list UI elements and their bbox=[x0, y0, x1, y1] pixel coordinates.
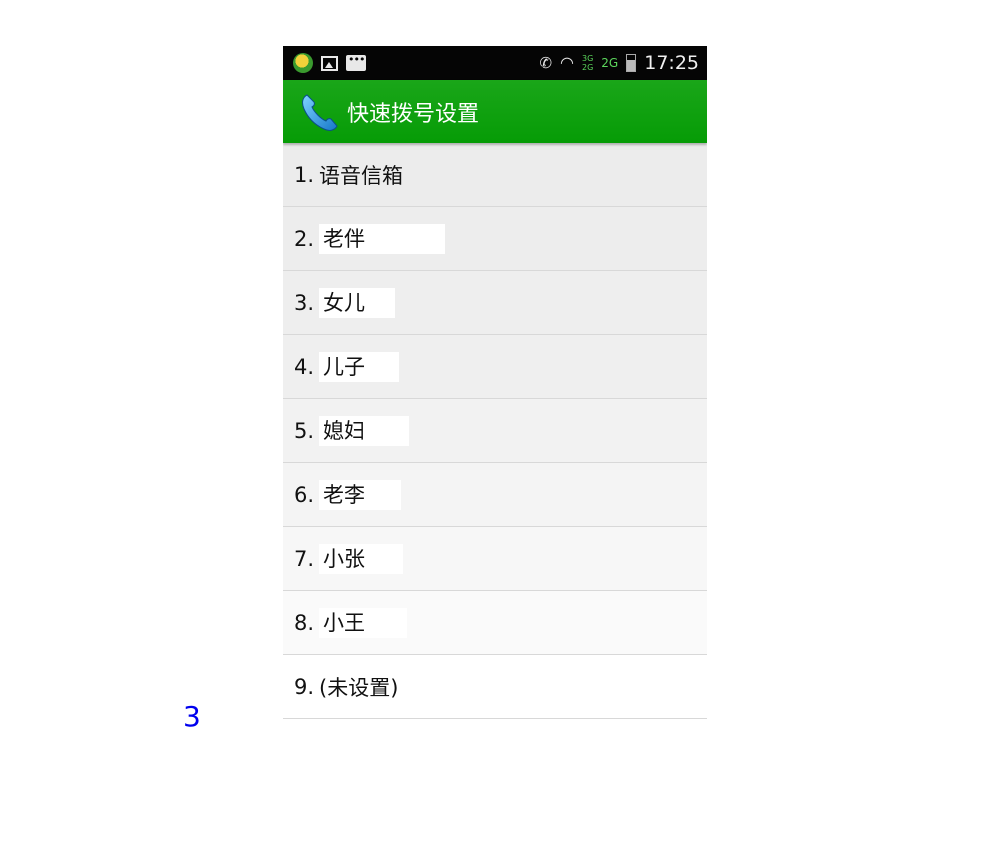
speed-dial-item-3[interactable]: 3. 女儿 bbox=[283, 271, 707, 335]
speed-dial-item-7[interactable]: 7. 小张 bbox=[283, 527, 707, 591]
speed-dial-name: 儿子 bbox=[319, 351, 400, 382]
speed-dial-item-9[interactable]: 9. (未设置) bbox=[283, 655, 707, 719]
speed-dial-name: 女儿 bbox=[319, 287, 396, 318]
phone-screen: ✆ ◠ 3G 2G 2G 17:25 bbox=[283, 46, 707, 727]
status-bar-right: ✆ ◠ 3G 2G 2G 17:25 bbox=[539, 52, 699, 74]
speed-dial-number: 7. bbox=[294, 546, 315, 571]
speed-dial-name: (未设置) bbox=[319, 675, 399, 700]
app-notification-icon bbox=[293, 53, 313, 73]
speed-dial-name: 老李 bbox=[319, 479, 402, 510]
speed-dial-number: 5. bbox=[294, 418, 315, 443]
status-bar: ✆ ◠ 3G 2G 2G 17:25 bbox=[283, 46, 707, 80]
network-type-second: 2G bbox=[601, 56, 619, 70]
wifi-icon: ◠ bbox=[560, 53, 574, 72]
image-icon bbox=[321, 55, 338, 71]
speed-dial-name: 媳妇 bbox=[319, 415, 410, 446]
speed-dial-number: 8. bbox=[294, 610, 315, 635]
speed-dial-item-5[interactable]: 5. 媳妇 bbox=[283, 399, 707, 463]
speed-dial-number: 9. bbox=[294, 674, 315, 699]
status-time: 17:25 bbox=[644, 52, 699, 74]
speed-dial-name: 语音信箱 bbox=[319, 163, 404, 188]
speed-dial-number: 4. bbox=[294, 354, 315, 379]
page-title: 快速拨号设置 bbox=[347, 101, 480, 127]
speed-dial-name: 小张 bbox=[319, 543, 404, 574]
signal-icon: 3G 2G bbox=[582, 54, 593, 72]
speed-dial-number: 6. bbox=[294, 482, 315, 507]
network-type-bottom: 2G bbox=[582, 63, 594, 72]
status-bar-left bbox=[293, 53, 366, 73]
page-marker: 3 bbox=[183, 700, 201, 733]
speed-dial-number: 3. bbox=[294, 290, 315, 315]
speed-dial-item-6[interactable]: 6. 老李 bbox=[283, 463, 707, 527]
speed-dial-number: 1. bbox=[294, 162, 315, 187]
speed-dial-item-4[interactable]: 4. 儿子 bbox=[283, 335, 707, 399]
speed-dial-name: 老伴 bbox=[319, 223, 446, 254]
speed-dial-name: 小王 bbox=[319, 607, 408, 638]
speed-dial-list: 1. 语音信箱 2. 老伴 3. 女儿 4. 儿子 5. 媳妇 6. 老李 7.… bbox=[283, 143, 707, 719]
screenshot-canvas: 3 ✆ ◠ 3G 2G 2G 17:25 bbox=[0, 0, 990, 849]
phone-icon bbox=[302, 93, 338, 131]
action-bar: 快速拨号设置 bbox=[283, 80, 707, 143]
speed-dial-item-8[interactable]: 8. 小王 bbox=[283, 591, 707, 655]
speed-dial-item-1[interactable]: 1. 语音信箱 bbox=[283, 143, 707, 207]
nfc-icon: ✆ bbox=[539, 53, 553, 72]
battery-icon bbox=[626, 54, 637, 72]
message-icon bbox=[346, 54, 366, 71]
speed-dial-item-2[interactable]: 2. 老伴 bbox=[283, 207, 707, 271]
network-type-top: 3G bbox=[582, 54, 594, 63]
speed-dial-number: 2. bbox=[294, 226, 315, 251]
